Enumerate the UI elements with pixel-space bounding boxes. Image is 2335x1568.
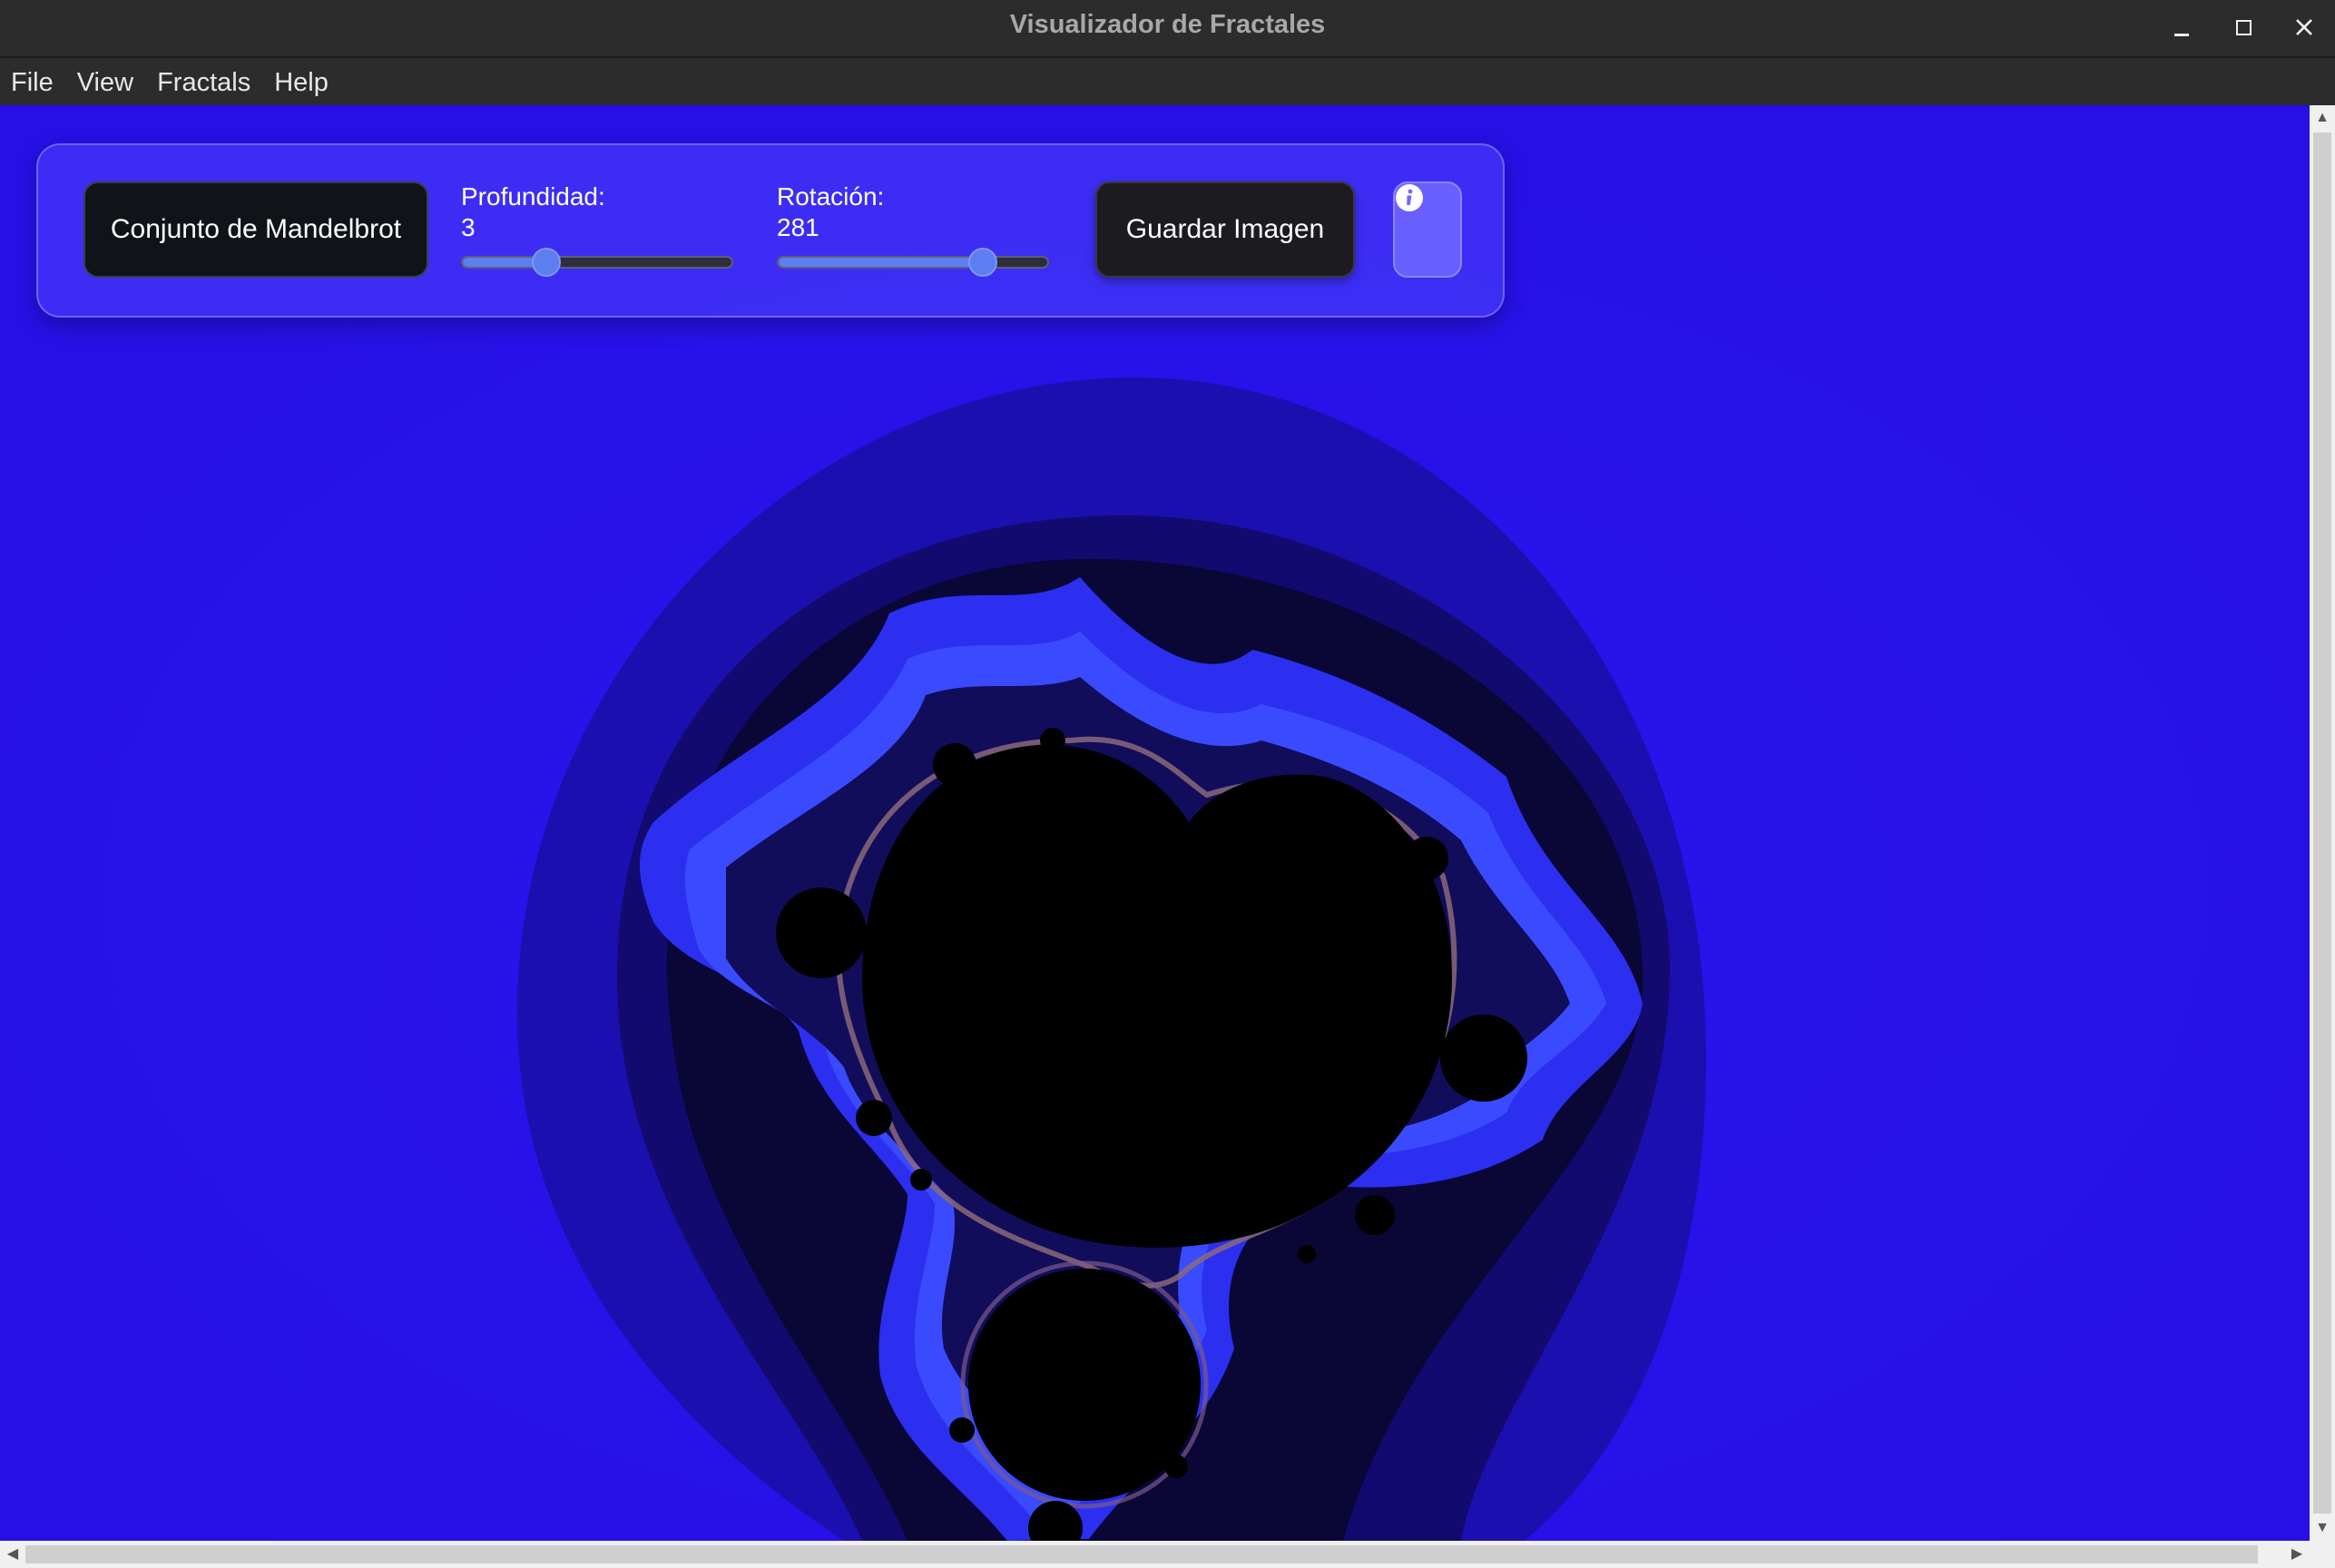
fractal-select-button[interactable]: Conjunto de Mandelbrot — [83, 181, 428, 278]
scrollbar-corner — [2310, 1541, 2335, 1568]
depth-value: 3 — [461, 213, 476, 241]
info-button[interactable] — [1393, 181, 1462, 278]
rotation-value: 281 — [777, 213, 819, 241]
horizontal-scroll-thumb[interactable] — [25, 1545, 2258, 1563]
fractal-canvas[interactable]: Conjunto de Mandelbrot Profundidad: 3 Ro… — [0, 105, 2310, 1541]
minimize-icon — [2174, 33, 2189, 36]
vertical-scrollbar[interactable]: ▲ ▼ — [2310, 105, 2335, 1541]
scroll-right-icon[interactable]: ▶ — [2284, 1541, 2310, 1568]
maximize-icon — [2235, 19, 2252, 35]
menu-help[interactable]: Help — [265, 58, 338, 105]
rotation-control: Rotación: 281 — [777, 181, 1049, 277]
maximize-button[interactable] — [2220, 7, 2267, 47]
scroll-down-icon[interactable]: ▼ — [2310, 1515, 2335, 1541]
save-image-button[interactable]: Guardar Imagen — [1095, 181, 1355, 278]
depth-label: Profundidad: — [461, 182, 605, 211]
close-button[interactable] — [2281, 7, 2328, 47]
rotation-slider-fill — [779, 258, 983, 267]
depth-slider[interactable] — [461, 248, 733, 277]
window-title: Visualizador de Fractales — [1009, 10, 1326, 39]
fractal-render — [0, 105, 2310, 1541]
scroll-left-icon[interactable]: ◀ — [0, 1541, 25, 1568]
close-icon — [2296, 19, 2312, 35]
depth-slider-thumb[interactable] — [531, 248, 561, 277]
horizontal-scrollbar[interactable]: ◀ ▶ — [0, 1541, 2310, 1568]
menu-bar: File View Fractals Help — [0, 58, 2335, 105]
menu-file[interactable]: File — [2, 58, 63, 105]
rotation-slider[interactable] — [777, 248, 1049, 277]
info-icon — [1396, 184, 1423, 211]
rotation-label: Rotación: — [777, 182, 885, 211]
title-bar: Visualizador de Fractales — [0, 0, 2335, 58]
control-panel: Conjunto de Mandelbrot Profundidad: 3 Ro… — [36, 143, 1505, 318]
menu-fractals[interactable]: Fractals — [148, 58, 260, 105]
depth-control: Profundidad: 3 — [461, 181, 733, 277]
minimize-button[interactable] — [2158, 7, 2205, 47]
menu-view[interactable]: View — [68, 58, 142, 105]
scroll-up-icon[interactable]: ▲ — [2310, 105, 2335, 131]
vertical-scroll-thumb[interactable] — [2313, 132, 2331, 1514]
rotation-slider-thumb[interactable] — [967, 248, 997, 277]
